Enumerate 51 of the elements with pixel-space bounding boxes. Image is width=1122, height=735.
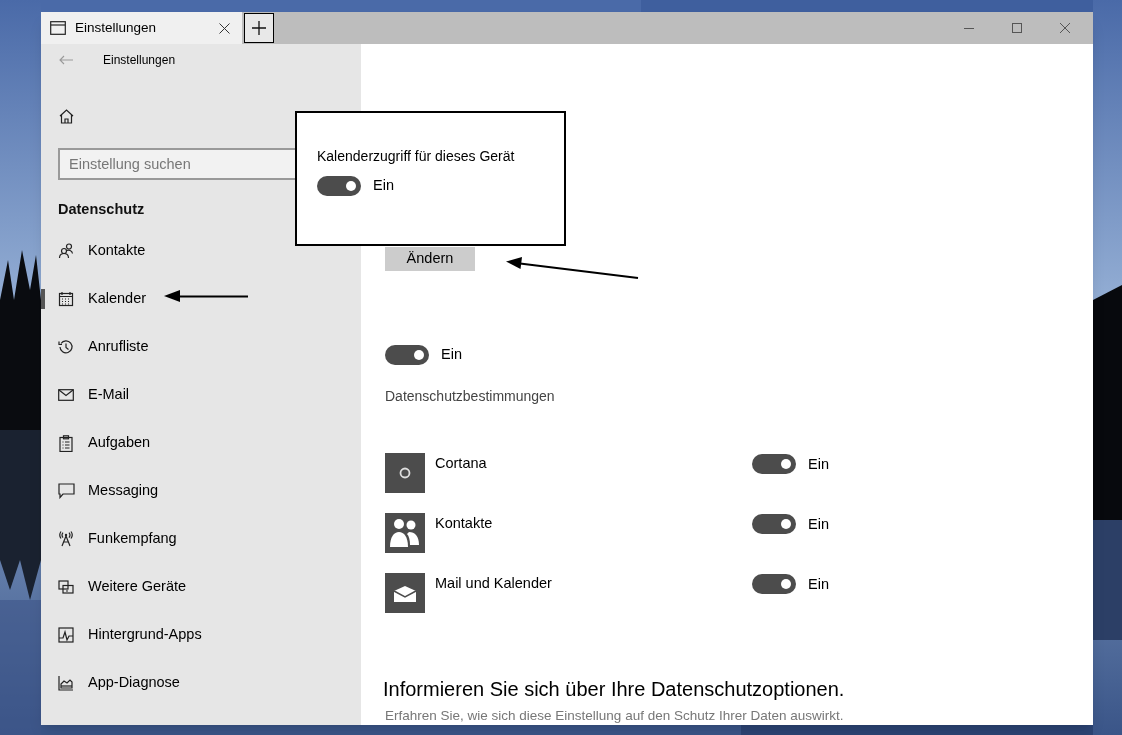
nav-item[interactable]: Anrufliste — [41, 323, 361, 371]
nav-item[interactable]: Aufgaben — [41, 419, 361, 467]
window-icon — [50, 21, 66, 35]
app-name: Cortana — [435, 454, 488, 473]
toggle-state: Ein — [808, 515, 829, 534]
toggle-state: Ein — [373, 176, 394, 195]
mail-icon — [58, 389, 74, 401]
change-button[interactable]: Ändern — [385, 247, 475, 272]
new-tab-button[interactable] — [244, 13, 274, 43]
tab-title: Einstellungen — [75, 18, 158, 37]
nav-item[interactable]: Funkempfang — [41, 515, 361, 563]
home-icon[interactable] — [59, 108, 74, 124]
app-name: Kontakte — [435, 514, 494, 533]
privacy-link[interactable]: Datenschutzbestimmungen — [385, 386, 555, 407]
devices-icon — [58, 580, 74, 594]
minimize-icon — [964, 27, 974, 29]
area-chart-icon — [58, 675, 74, 691]
close-icon[interactable] — [219, 22, 230, 34]
chat-bubble-icon — [57, 483, 75, 499]
app-icon — [385, 573, 425, 613]
people-icon — [58, 243, 74, 259]
nav-item[interactable]: App-Diagnose — [41, 659, 361, 707]
history-icon — [58, 339, 74, 355]
toggle-state: Ein — [808, 455, 829, 474]
app-title: Einstellungen — [103, 52, 176, 69]
app-icon — [385, 513, 425, 553]
antenna-icon — [59, 531, 73, 547]
clipboard-icon — [59, 434, 73, 452]
app-name: Mail und Kalender — [435, 574, 553, 593]
info-heading: Informieren Sie sich über Ihre Datenschutzoptionen. — [383, 677, 846, 702]
info-text: Erfahren Sie, wie sich diese Einstellung auf den Schutz Ihrer Daten auswirkt. — [385, 707, 845, 725]
toggle-switch[interactable] — [752, 574, 796, 594]
app-icon — [385, 453, 425, 493]
toggle-state: Ein — [808, 575, 829, 594]
nav-item[interactable]: Kontakte — [41, 227, 361, 275]
toggle-switch[interactable] — [752, 514, 796, 534]
maximize-icon — [1012, 23, 1022, 33]
activity-icon — [58, 627, 74, 643]
browser-tab[interactable]: Einstellungen — [41, 12, 242, 44]
nav-item[interactable]: Weitere Geräte — [41, 563, 361, 611]
nav-item[interactable]: Messaging — [41, 467, 361, 515]
plus-icon — [252, 21, 266, 35]
nav-item[interactable]: E-Mail — [41, 371, 361, 419]
nav-item[interactable]: Hintergrund-Apps — [41, 611, 361, 659]
toggle-switch[interactable] — [385, 345, 429, 366]
calendar-icon — [58, 291, 74, 307]
toggle-switch[interactable] — [317, 175, 361, 196]
close-icon — [1060, 23, 1070, 33]
section-heading: Datenschutz — [58, 200, 146, 219]
toggle-switch[interactable] — [752, 454, 796, 474]
toggle-state: Ein — [441, 345, 462, 365]
